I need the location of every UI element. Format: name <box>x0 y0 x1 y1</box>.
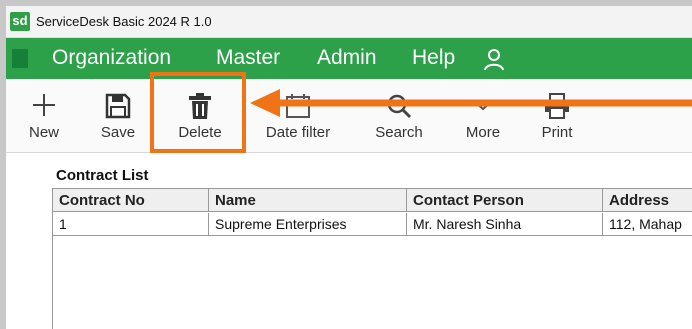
window-title: ServiceDesk Basic 2024 R 1.0 <box>36 14 212 29</box>
menu-help[interactable]: Help <box>412 46 455 70</box>
print-label: Print <box>541 124 573 141</box>
menu-logo-block <box>12 49 28 68</box>
app-logo: sd <box>10 12 30 31</box>
table-row-cell-contract-no[interactable]: 1 <box>53 213 209 236</box>
save-button[interactable]: Save <box>94 79 142 152</box>
delete-highlight-box <box>150 72 246 153</box>
search-label: Search <box>375 124 423 141</box>
column-header-name[interactable]: Name <box>209 189 407 212</box>
table-row-cell-contact-person[interactable]: Mr. Naresh Sinha <box>407 213 603 236</box>
date-filter-label: Date filter <box>265 124 331 141</box>
table-row-cell-name[interactable]: Supreme Enterprises <box>209 213 407 236</box>
content-area: Contract List Contract No Name Contact P… <box>6 153 692 329</box>
plus-icon <box>33 94 55 116</box>
column-header-address[interactable]: Address <box>603 189 692 212</box>
user-icon[interactable] <box>482 47 506 71</box>
contract-list-title: Contract List <box>56 167 149 184</box>
annotation-arrow-left-icon <box>250 89 692 117</box>
menu-bar: Organization Master Admin Help <box>6 38 692 79</box>
app-window: sd ServiceDesk Basic 2024 R 1.0 Organiza… <box>6 6 692 329</box>
table-row-cell-address[interactable]: 112, Mahap <box>603 213 692 236</box>
new-label: New <box>28 124 59 141</box>
column-header-contract-no[interactable]: Contract No <box>53 189 209 212</box>
menu-master[interactable]: Master <box>216 46 280 70</box>
contract-grid: Contract No Name Contact Person Address … <box>52 188 692 329</box>
menu-organization[interactable]: Organization <box>52 46 171 70</box>
new-button[interactable]: New <box>20 79 68 152</box>
menu-admin[interactable]: Admin <box>317 46 377 70</box>
more-label: More <box>465 124 501 141</box>
title-bar: sd ServiceDesk Basic 2024 R 1.0 <box>6 6 692 38</box>
column-header-contact-person[interactable]: Contact Person <box>407 189 603 212</box>
save-label: Save <box>100 124 136 141</box>
floppy-disk-icon <box>105 93 131 119</box>
